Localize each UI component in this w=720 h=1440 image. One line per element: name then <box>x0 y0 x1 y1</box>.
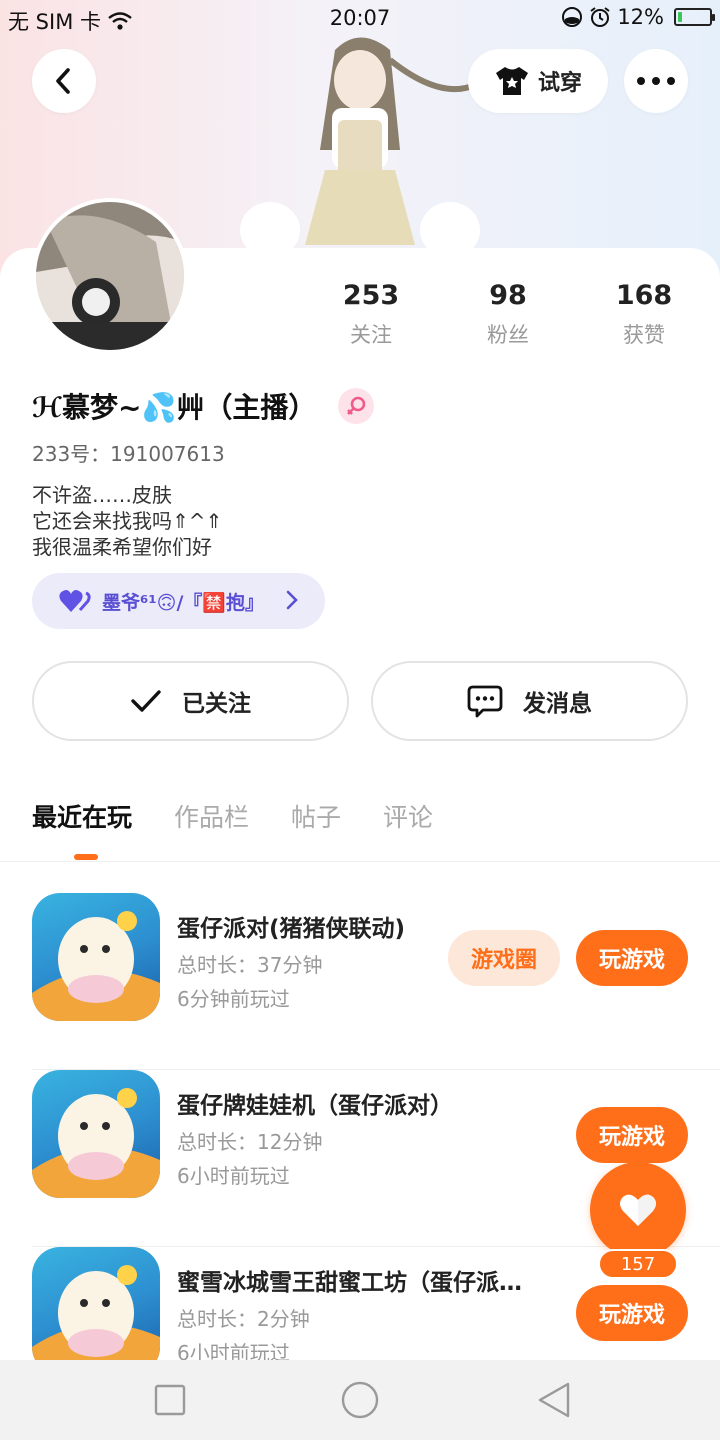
game-title: 蛋仔派对(猪猪侠联动) <box>177 916 406 942</box>
tshirt-icon <box>495 67 528 95</box>
game-icon-eggy-party <box>32 893 160 1021</box>
bio-line: 它还会来找我吗⇑^⇑ <box>32 509 223 533</box>
followed-button[interactable]: 已关注 <box>32 661 349 741</box>
game-duration: 总时长：12分钟 <box>177 1130 323 1154</box>
back-button[interactable] <box>32 49 96 113</box>
tab-works[interactable]: 作品栏 <box>174 798 249 834</box>
tab-posts[interactable]: 帖子 <box>291 798 341 834</box>
more-dots-icon <box>637 77 675 85</box>
cp-relationship-pill[interactable]: 墨爷⁶¹🙃/『🈲抱』 <box>32 573 325 629</box>
do-not-disturb-icon <box>562 7 583 27</box>
tab-comments[interactable]: 评论 <box>383 798 433 834</box>
stat-likes[interactable]: 168 获赞 <box>584 280 704 349</box>
game-icon-eggy-party <box>32 1070 160 1198</box>
bio-line: 不许盗……皮肤 <box>32 483 172 507</box>
user-id: 233号：191007613 <box>32 442 225 466</box>
cp-label: 墨爷⁶¹🙃/『🈲抱』 <box>102 591 265 614</box>
status-bar: 无 SIM 卡 20:07 12% <box>0 0 720 38</box>
like-button[interactable] <box>590 1162 686 1258</box>
game-duration: 总时长：2分钟 <box>177 1307 310 1331</box>
stat-following[interactable]: 253 关注 <box>311 280 431 349</box>
following-count: 253 <box>342 280 400 311</box>
heart-icon <box>59 590 91 612</box>
tabs-divider <box>0 861 720 862</box>
chevron-right-icon <box>286 590 298 610</box>
game-title: 蜜雪冰城雪王甜蜜工坊（蛋仔派… <box>177 1270 522 1296</box>
tab-recently-played[interactable]: 最近在玩 <box>32 798 132 860</box>
game-last-played: 6小时前玩过 <box>177 1164 290 1188</box>
game-icon-eggy-party <box>32 1247 160 1375</box>
avatar-image <box>36 202 184 350</box>
profile-tabs: 最近在玩 作品栏 帖子 评论 <box>32 798 433 860</box>
username: ℋ慕梦~💦艸（主播） <box>32 391 317 424</box>
battery-icon <box>674 8 715 26</box>
alarm-icon <box>590 7 610 27</box>
play-game-button[interactable]: 玩游戏 <box>576 1285 688 1341</box>
more-options-button[interactable] <box>624 49 688 113</box>
fans-count: 98 <box>489 280 527 311</box>
followed-label: 已关注 <box>182 691 251 717</box>
bio-line: 我很温柔希望你们好 <box>32 535 212 559</box>
female-gender-icon <box>338 388 375 424</box>
battery-percent: 12% <box>617 5 664 29</box>
recents-icon <box>154 1384 186 1416</box>
following-label: 关注 <box>350 323 392 347</box>
send-message-button[interactable]: 发消息 <box>371 661 688 741</box>
list-item[interactable]: 蛋仔派对(猪猪侠联动) 总时长：37分钟 6分钟前玩过 游戏圈 玩游戏 <box>32 893 720 1070</box>
name-row: ℋ慕梦~💦艸（主播） <box>32 386 375 426</box>
send-message-label: 发消息 <box>523 691 592 717</box>
play-game-button[interactable]: 玩游戏 <box>576 1107 688 1163</box>
home-icon <box>341 1381 379 1419</box>
checkmark-icon <box>131 690 161 712</box>
try-on-button[interactable]: 试穿 <box>468 49 608 113</box>
bio: 不许盗……皮肤 它还会来找我吗⇑^⇑ 我很温柔希望你们好 <box>32 482 222 560</box>
likes-received-count: 168 <box>615 280 673 311</box>
try-on-label: 试穿 <box>537 71 582 96</box>
back-arrow-icon <box>56 68 70 94</box>
avatar[interactable] <box>32 198 188 354</box>
avatar-3d-character <box>240 37 480 250</box>
play-game-button[interactable]: 玩游戏 <box>576 930 688 986</box>
system-nav-bar <box>0 1360 720 1440</box>
stat-fans[interactable]: 98 粉丝 <box>448 280 568 349</box>
back-icon <box>538 1382 570 1418</box>
like-count-badge: 157 <box>598 1249 678 1279</box>
message-bubble-icon <box>467 685 503 718</box>
nav-icons <box>154 1381 570 1419</box>
game-duration: 总时长：37分钟 <box>177 953 323 977</box>
game-last-played: 6分钟前玩过 <box>177 987 290 1011</box>
game-title: 蛋仔牌娃娃机（蛋仔派对） <box>177 1093 453 1119</box>
heart-icon <box>620 1194 656 1226</box>
likes-received-label: 获赞 <box>623 323 665 347</box>
fans-label: 粉丝 <box>487 323 529 347</box>
game-circle-button[interactable]: 游戏圈 <box>448 930 560 986</box>
